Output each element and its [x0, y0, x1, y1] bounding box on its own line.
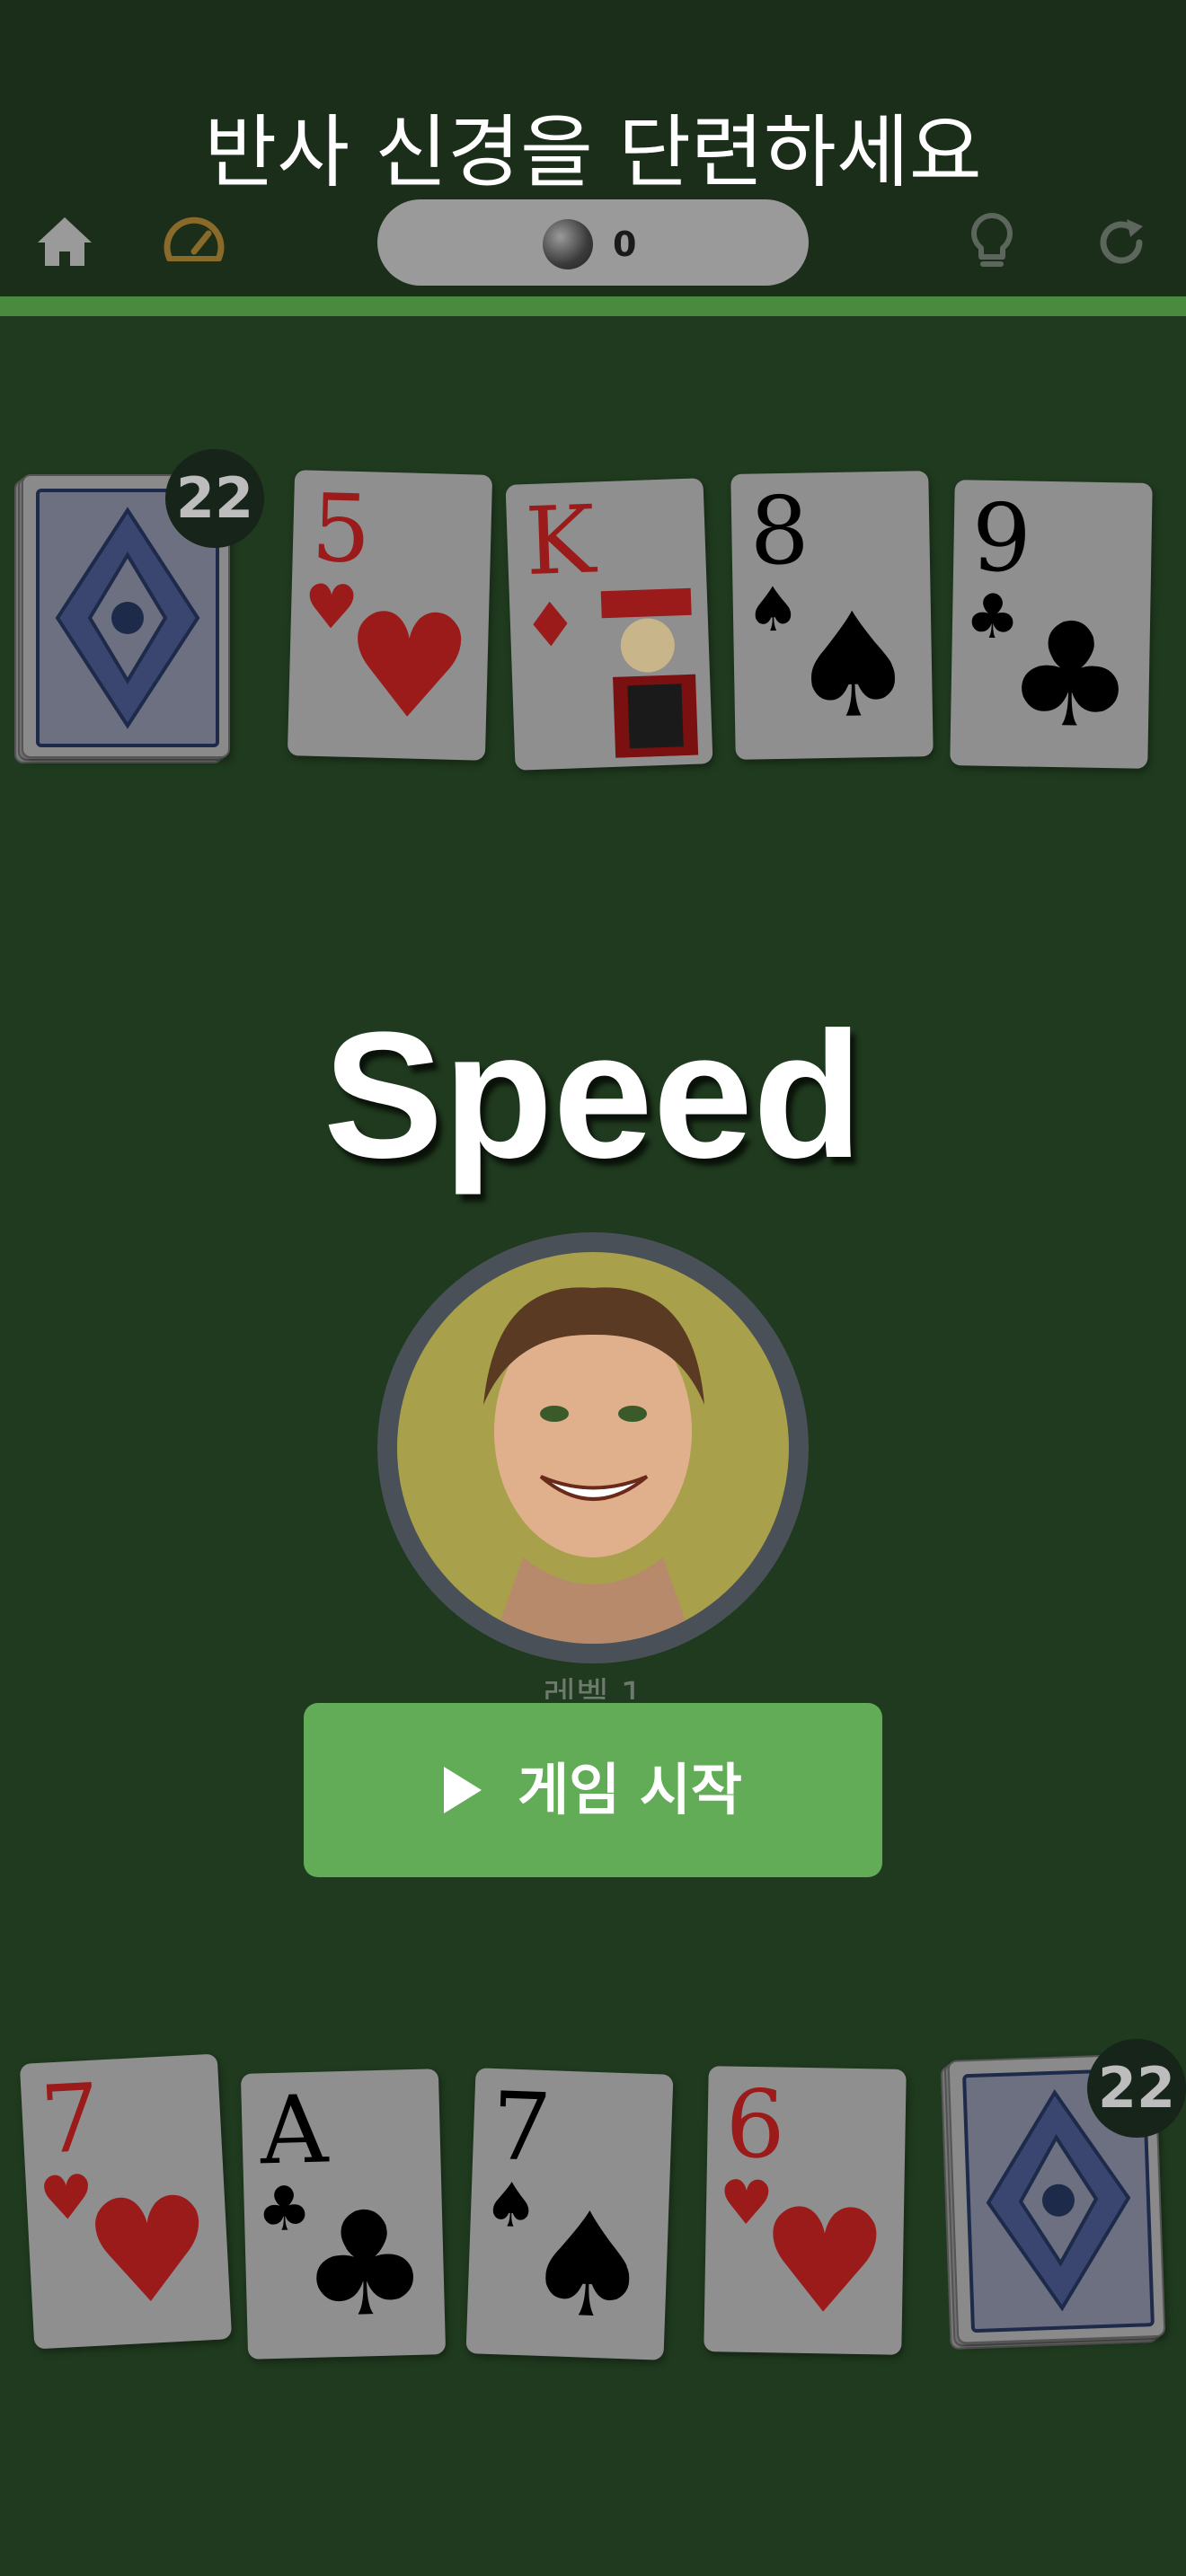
level-label: 레벨 1 — [543, 1678, 643, 1699]
opponent-card-2[interactable]: K ♦ — [505, 478, 713, 771]
opponent-deck-count: 22 — [165, 449, 264, 548]
card-rank: 6 — [724, 2069, 786, 2180]
start-game-button[interactable]: 게임 시작 — [304, 1703, 882, 1877]
coin-icon — [543, 219, 593, 269]
speedometer-icon[interactable] — [158, 207, 230, 278]
card-suit-large: ♥ — [341, 580, 475, 753]
card-suit-large: ♠ — [786, 580, 919, 751]
game-title: Speed — [323, 995, 863, 1195]
card-suit-large: ♥ — [757, 2176, 890, 2347]
card-suit-large: ♣ — [297, 2178, 431, 2351]
lightbulb-icon[interactable] — [956, 207, 1028, 278]
card-suit-large: ♥ — [79, 2164, 217, 2339]
player-deck-count: 22 — [1087, 2039, 1186, 2138]
card-rank: 8 — [748, 475, 810, 587]
player-card-3[interactable]: 7 ♠ ♠ — [465, 2068, 674, 2360]
card-rank: A — [258, 2074, 330, 2186]
play-icon — [444, 1767, 482, 1813]
card-suit-large: ♣ — [1004, 590, 1137, 761]
king-figure — [592, 584, 706, 758]
card-rank: K — [523, 484, 597, 597]
player-card-1[interactable]: 7 ♥ ♥ — [19, 2053, 233, 2350]
opponent-avatar — [377, 1232, 809, 1663]
card-suit: ♦ — [521, 589, 580, 663]
header-divider — [0, 296, 1186, 316]
card-rank: 7 — [490, 2070, 553, 2183]
coin-count: 0 — [613, 225, 637, 264]
player-card-2[interactable]: A ♣ ♣ — [240, 2069, 447, 2360]
card-rank: 5 — [309, 472, 373, 585]
card-suit-large: ♠ — [520, 2179, 656, 2352]
opponent-card-3[interactable]: 8 ♠ ♠ — [730, 471, 934, 760]
card-rank: 7 — [37, 2062, 103, 2175]
page-title: 반사 신경을 단련하세요 — [204, 106, 982, 198]
avatar-portrait — [397, 1252, 789, 1644]
card-rank: 9 — [970, 482, 1032, 594]
start-game-label: 게임 시작 — [518, 1757, 742, 1822]
opponent-card-1[interactable]: 5 ♥ ♥ — [287, 470, 493, 761]
player-card-4[interactable]: 6 ♥ ♥ — [704, 2066, 907, 2355]
refresh-icon[interactable] — [1085, 207, 1157, 278]
home-icon[interactable] — [29, 207, 101, 278]
coin-counter: 0 — [377, 199, 809, 286]
opponent-card-4[interactable]: 9 ♣ ♣ — [950, 480, 1153, 769]
